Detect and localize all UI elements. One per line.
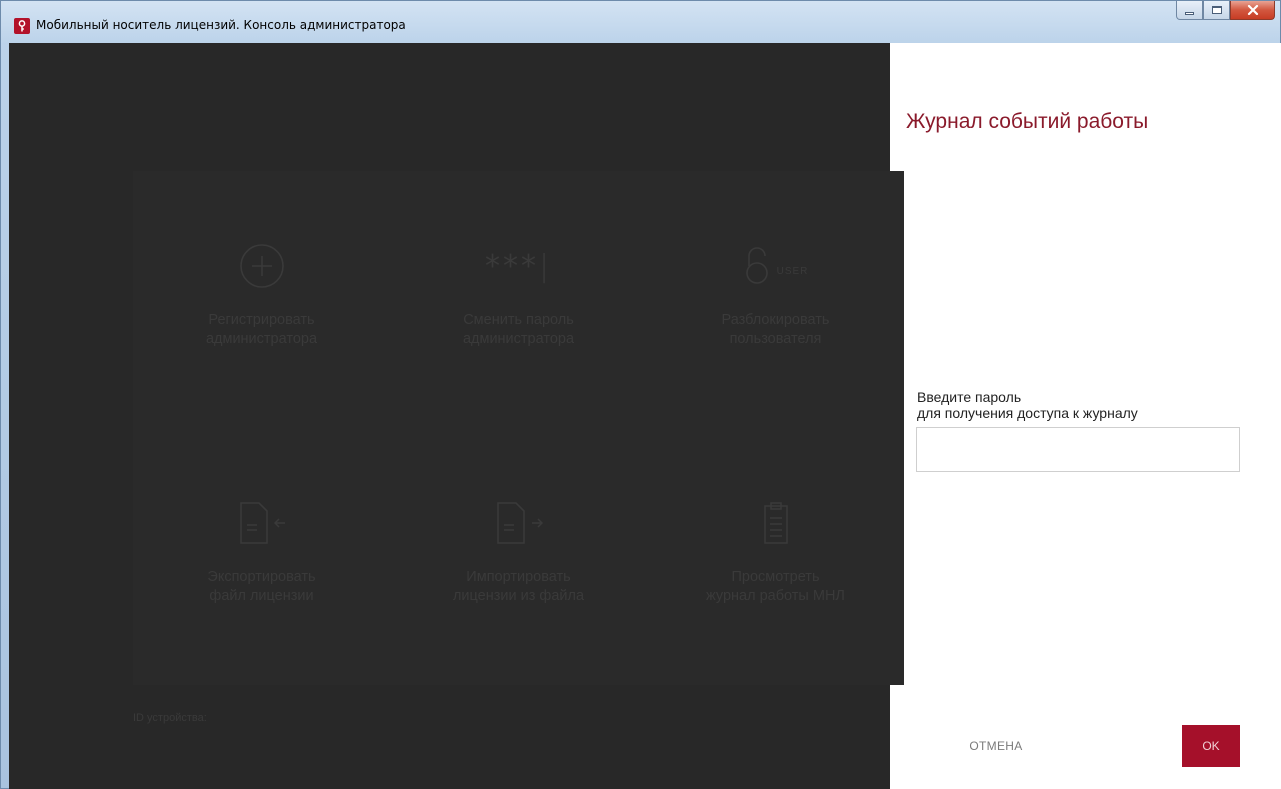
app-window: Мобильный носитель лицензий. Консоль адм… bbox=[0, 0, 1281, 789]
tile-register-admin[interactable]: Регистрировать администратора bbox=[133, 171, 390, 428]
tile-view-log[interactable]: Просмотреть журнал работы МНЛ bbox=[647, 428, 904, 685]
minimize-button[interactable] bbox=[1176, 1, 1203, 20]
ok-button[interactable]: OK bbox=[1182, 725, 1240, 767]
clipboard-log-icon bbox=[763, 502, 788, 544]
panel-title: Журнал событий работы bbox=[906, 110, 1149, 133]
close-icon bbox=[1247, 5, 1258, 15]
device-id-label: ID устройства: bbox=[133, 712, 207, 724]
password-stars-icon: ***| bbox=[484, 248, 553, 284]
window-controls bbox=[1176, 1, 1275, 21]
minimize-icon bbox=[1185, 11, 1194, 15]
export-file-icon bbox=[239, 502, 285, 544]
password-input[interactable] bbox=[916, 427, 1240, 472]
tile-label: Экспортировать файл лицензии bbox=[207, 569, 316, 604]
dimmed-main-menu[interactable]: Регистрировать администратора ***| Смени… bbox=[9, 43, 904, 789]
title-bar[interactable]: Мобильный носитель лицензий. Консоль адм… bbox=[1, 1, 1280, 43]
maximize-button[interactable] bbox=[1203, 1, 1230, 20]
import-file-icon bbox=[496, 502, 543, 544]
client-area: Регистрировать администратора ***| Смени… bbox=[9, 43, 1281, 789]
tile-change-admin-password[interactable]: ***| Сменить пароль администратора bbox=[390, 171, 647, 428]
tile-label: Разблокировать пользователя bbox=[721, 312, 830, 347]
tile-label: Импортировать лицензии из файла bbox=[452, 569, 585, 604]
tile-label: Просмотреть журнал работы МНЛ bbox=[706, 569, 845, 604]
tile-label: Сменить пароль администратора bbox=[462, 312, 575, 347]
tile-unlock-user[interactable]: USER Разблокировать пользователя bbox=[647, 171, 904, 428]
close-button[interactable] bbox=[1230, 1, 1275, 20]
cancel-button[interactable]: ОТМЕНА bbox=[941, 725, 1051, 767]
user-tag: USER bbox=[776, 265, 809, 277]
tile-export-license[interactable]: Экспортировать файл лицензии bbox=[133, 428, 390, 685]
app-key-icon bbox=[14, 18, 30, 34]
tile-label: Регистрировать администратора bbox=[205, 312, 318, 347]
maximize-icon bbox=[1211, 6, 1222, 14]
plus-circle-icon bbox=[239, 244, 284, 288]
window-title: Мобильный носитель лицензий. Консоль адм… bbox=[36, 18, 406, 32]
tile-import-license[interactable]: Импортировать лицензии из файла bbox=[390, 428, 647, 685]
password-prompt-label: Введите пароль для получения доступа к ж… bbox=[917, 389, 1138, 421]
unlock-user-icon bbox=[745, 247, 768, 284]
